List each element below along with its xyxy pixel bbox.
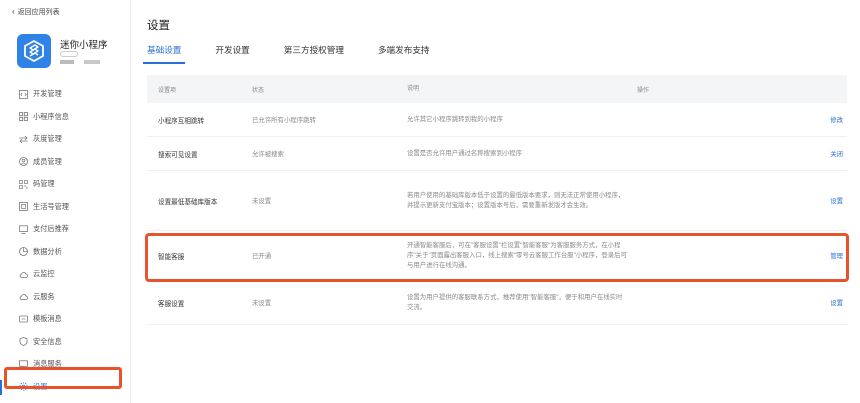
sidebar-item-label: 生活号管理 (33, 201, 69, 211)
row-item: 客服设置 (158, 300, 185, 308)
sidebar-item-dev-management[interactable]: 开发管理 (0, 83, 130, 106)
sidebar-item-post-payment[interactable]: 支付后推荐 (0, 218, 130, 241)
modify-link[interactable]: 修改 (627, 115, 847, 124)
table-row: 设置最低基础库版本 未设置 若用户使用的基础库版本低于设置的最低版本要求，则无法… (147, 171, 847, 231)
close-link[interactable]: 关闭 (627, 149, 847, 158)
cloud-icon (19, 270, 28, 279)
table-row: 小程序互相跳转 已允许所有小程序跳转 允许其它小程序跳转到我的小程序 修改 (147, 103, 847, 137)
sidebar-item-code-management[interactable]: 码管理 (0, 173, 130, 196)
row-status: 已允许所有小程序跳转 (252, 117, 316, 124)
message-icon (19, 315, 28, 324)
app-id-redacted (60, 60, 74, 64)
settings-table: 设置项 状态 说明 操作 小程序互相跳转 已允许所有小程序跳转 允许其它小程序跳… (147, 75, 847, 325)
header-desc: 说明 (407, 86, 420, 92)
pie-chart-icon (19, 247, 28, 257)
row-desc: 允许其它小程序跳转到我的小程序 (407, 115, 503, 123)
row-status: 未设置 (252, 300, 272, 307)
app-logo-icon (17, 34, 51, 68)
sidebar-item-label: 云监控 (33, 269, 55, 279)
app-status-pill (60, 51, 78, 57)
sidebar-item-label: 安全信息 (33, 336, 62, 346)
table-row: 客服设置 未设置 设置为用户提供的客服联系方式，推荐使用"智能客服"，便于和用户… (147, 281, 847, 325)
row-desc: 设置是否允许用户通过名称搜索到小程序 (407, 149, 523, 157)
sidebar-item-gray-release[interactable]: 灰度管理 (0, 128, 130, 151)
row-item: 搜索可见设置 (158, 151, 198, 159)
header-action: 操作 (637, 87, 650, 94)
page-title: 设置 (147, 20, 170, 32)
app-name: 迷你小程序 (60, 40, 108, 51)
tab-dev-settings[interactable]: 开发设置 (215, 44, 249, 64)
row-desc: 若用户使用的基础库版本低于设置的最低版本要求，则无法正常使用小程序，并提示更新支… (407, 191, 625, 209)
split-arrows-icon (19, 135, 28, 144)
chat-icon (19, 360, 28, 369)
sidebar-item-life-account[interactable]: 生活号管理 (0, 196, 130, 219)
tab-basic-settings[interactable]: 基础设置 (142, 44, 186, 64)
sidebar-item-members[interactable]: 成员管理 (0, 151, 130, 174)
header-item: 设置项 (158, 87, 177, 94)
user-circle-icon (19, 157, 28, 167)
sidebar-item-cloud-service[interactable]: 云服务 (0, 286, 130, 309)
table-row-smart-service: 智能客服 已开通 开通智能客服后，可在"客服设置"栏设置"智能客服"为客服服务方… (147, 231, 847, 281)
main-content: 设置 基础设置 开发设置 第三方授权管理 多端发布支持 设置项 状态 说明 操作… (131, 0, 860, 403)
shield-icon (19, 337, 28, 347)
table-row: 搜索可见设置 允许被搜索 设置是否允许用户通过名称搜索到小程序 关闭 (147, 137, 847, 171)
row-status: 已开通 (252, 253, 272, 260)
header-status: 状态 (252, 87, 265, 94)
manage-link[interactable]: 管理 (627, 251, 847, 260)
row-status: 允许被搜索 (252, 151, 284, 158)
app-meta (60, 51, 100, 64)
sidebar-item-label: 消息服务 (33, 359, 62, 369)
sidebar-nav: 开发管理 小程序信息 灰度管理 成员管理 码管理 生活号管理 支付后推荐 数据分… (0, 83, 130, 398)
cloud-icon (19, 292, 28, 301)
sidebar-item-label: 设置 (33, 381, 48, 391)
sidebar-item-data-analysis[interactable]: 数据分析 (0, 241, 130, 264)
sidebar-item-security-info[interactable]: 安全信息 (0, 331, 130, 354)
monitor-icon (19, 225, 28, 234)
store-icon (19, 202, 28, 212)
sidebar-item-label: 灰度管理 (33, 134, 62, 144)
row-desc: 开通智能客服后，可在"客服设置"栏设置"智能客服"为客服服务方式，在小程序"关于… (407, 241, 627, 269)
gear-icon (19, 382, 28, 391)
row-status: 未设置 (252, 198, 272, 205)
sidebar-item-label: 码管理 (33, 179, 55, 189)
app-version-redacted (84, 60, 100, 64)
row-desc: 设置为用户提供的客服联系方式，推荐使用"智能客服"，便于和用户在线实时交流。 (407, 293, 623, 311)
sidebar-item-cloud-monitor[interactable]: 云监控 (0, 263, 130, 286)
back-to-app-list-link[interactable]: ‹ 返回应用列表 (12, 7, 60, 17)
sidebar-item-label: 开发管理 (33, 89, 62, 99)
grid-icon (19, 112, 28, 122)
sidebar-item-label: 成员管理 (33, 156, 62, 166)
settings-tabs: 基础设置 开发设置 第三方授权管理 多端发布支持 (142, 44, 464, 64)
sidebar-item-label: 小程序信息 (33, 111, 69, 121)
row-item: 设置最低基础库版本 (158, 198, 218, 206)
app-card: 迷你小程序 (17, 34, 127, 74)
sidebar-item-label: 云服务 (33, 291, 55, 301)
sidebar-item-label: 数据分析 (33, 246, 62, 256)
row-item: 智能客服 (158, 253, 185, 261)
qrcode-icon (19, 179, 28, 189)
table-header: 设置项 状态 说明 操作 (147, 75, 847, 103)
back-label: 返回应用列表 (17, 9, 60, 16)
code-box-icon (19, 89, 28, 99)
set-link[interactable]: 设置 (627, 298, 847, 307)
sidebar-item-label: 模板消息 (33, 314, 62, 324)
sidebar-item-message-service[interactable]: 消息服务 (0, 353, 130, 376)
sidebar-item-settings[interactable]: 设置 (0, 376, 130, 399)
sidebar-item-template-message[interactable]: 模板消息 (0, 308, 130, 331)
tab-third-party-auth[interactable]: 第三方授权管理 (284, 44, 344, 64)
chevron-left-icon: ‹ (12, 7, 15, 16)
tab-multi-platform[interactable]: 多端发布支持 (378, 44, 430, 64)
sidebar: ‹ 返回应用列表 迷你小程序 开发管理 小程序信息 灰度管理 成员管理 码管理 … (0, 0, 131, 403)
app-root: ‹ 返回应用列表 迷你小程序 开发管理 小程序信息 灰度管理 成员管理 码管理 … (0, 0, 860, 403)
sidebar-item-app-info[interactable]: 小程序信息 (0, 106, 130, 129)
row-item: 小程序互相跳转 (158, 117, 205, 125)
sidebar-item-label: 支付后推荐 (33, 224, 69, 234)
set-link[interactable]: 设置 (627, 196, 847, 205)
